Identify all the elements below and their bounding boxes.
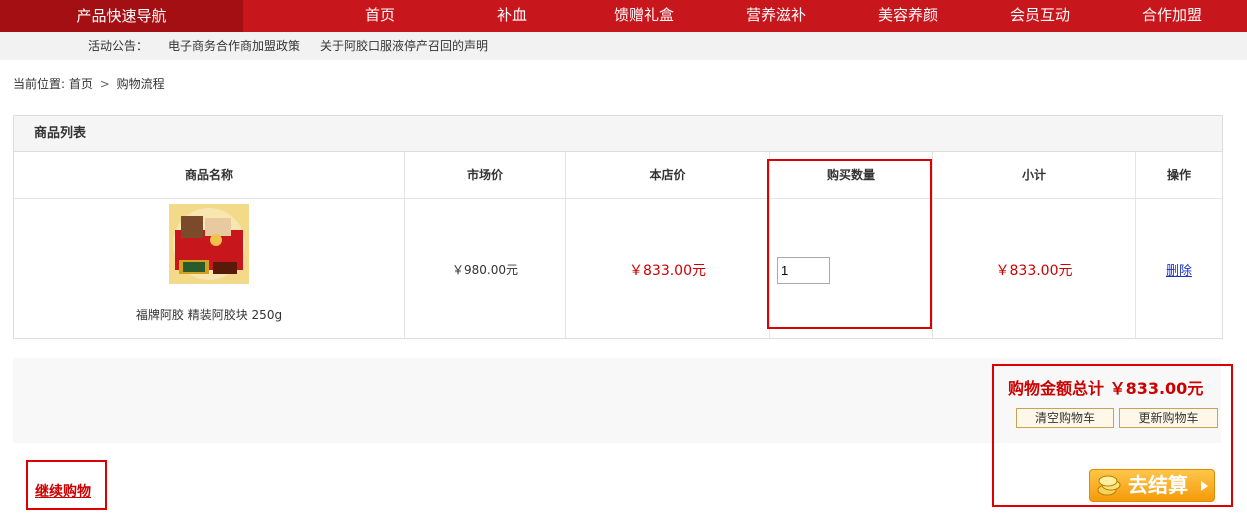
nav-item-home[interactable]: 首页 <box>325 0 435 32</box>
highlight-quantity-box <box>767 159 932 329</box>
breadcrumb: 当前位置: 首页 > 购物流程 <box>13 75 165 92</box>
header-name: 商品名称 <box>184 168 233 182</box>
nav-item-member[interactable]: 会员互动 <box>985 0 1095 32</box>
delete-link[interactable]: 删除 <box>1166 264 1192 279</box>
nav-item-join[interactable]: 合作加盟 <box>1117 0 1227 32</box>
header-shop: 本店价 <box>649 168 686 182</box>
product-image[interactable] <box>169 204 249 284</box>
top-nav: 产品快速导航 首页 补血 馈赠礼盒 营养滋补 美容养颜 会员互动 合作加盟 <box>0 0 1247 32</box>
nav-item-beauty[interactable]: 美容养颜 <box>853 0 963 32</box>
header-action: 操作 <box>1166 168 1191 182</box>
subtotal-price: ￥833.00元 <box>995 263 1073 279</box>
breadcrumb-prefix: 当前位置: <box>13 77 66 91</box>
notice-link-recall[interactable]: 关于阿胶口服液停产召回的声明 <box>320 32 488 60</box>
notice-link-policy[interactable]: 电子商务合作商加盟政策 <box>168 32 300 60</box>
header-subtotal: 小计 <box>1021 168 1046 182</box>
nav-item-blood[interactable]: 补血 <box>457 0 567 32</box>
market-price: ￥980.00元 <box>452 263 518 277</box>
row-divider <box>14 198 1222 199</box>
product-name[interactable]: 福牌阿胶 精装阿胶块 250g <box>14 306 404 323</box>
shop-price: ￥833.00元 <box>629 263 706 279</box>
quick-nav-button[interactable]: 产品快速导航 <box>0 0 243 32</box>
panel-title: 商品列表 <box>34 126 87 141</box>
nav-item-nutrition[interactable]: 营养滋补 <box>721 0 831 32</box>
chevron-right-icon: > <box>99 77 110 91</box>
panel-header: 商品列表 <box>14 116 1222 152</box>
action-cell: 删除 <box>1136 260 1222 279</box>
breadcrumb-home[interactable]: 首页 <box>69 77 93 91</box>
product-list-panel: 商品列表 商品名称 市场价 本店价 购买数量 小计 操作 福牌阿胶 精装阿胶块 … <box>13 115 1223 339</box>
highlight-continue-box <box>26 460 107 510</box>
notice-bar: 活动公告： 电子商务合作商加盟政策 关于阿胶口服液停产召回的声明 <box>0 32 1247 60</box>
breadcrumb-current: 购物流程 <box>116 77 165 91</box>
header-market: 市场价 <box>466 168 503 182</box>
highlight-summary-box <box>992 364 1233 507</box>
notice-label: 活动公告： <box>88 39 149 53</box>
nav-item-gift[interactable]: 馈赠礼盒 <box>589 0 699 32</box>
